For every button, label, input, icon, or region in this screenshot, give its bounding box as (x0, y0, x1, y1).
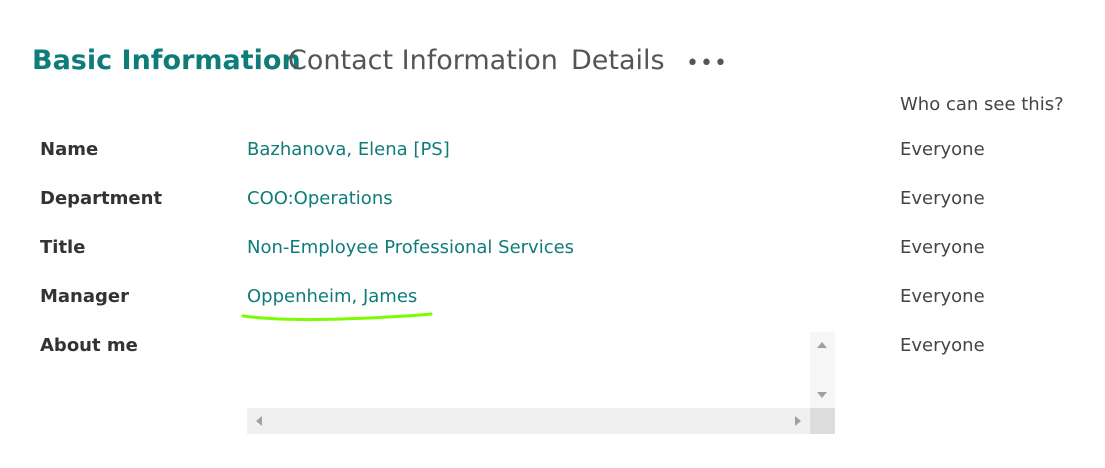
scrollbar-corner (810, 408, 835, 434)
field-label: Title (40, 237, 86, 258)
tab-details[interactable]: Details (571, 44, 665, 78)
about-me-textarea[interactable] (247, 332, 835, 434)
field-label: About me (40, 335, 138, 356)
field-label: Department (40, 188, 163, 209)
name-value[interactable]: Bazhanova, Elena [PS] (247, 139, 450, 160)
scroll-right-arrow-icon[interactable] (795, 416, 801, 426)
scroll-down-arrow-icon[interactable] (817, 392, 827, 398)
field-row-department: Department COO:Operations Everyone (0, 188, 1105, 218)
visibility-value: Everyone (900, 237, 985, 258)
manager-link[interactable]: Oppenheim, James (247, 286, 417, 307)
tab-contact-information[interactable]: Contact Information (288, 44, 558, 78)
field-row-name: Name Bazhanova, Elena [PS] Everyone (0, 139, 1105, 169)
scroll-left-arrow-icon[interactable] (256, 416, 262, 426)
visibility-value: Everyone (900, 139, 985, 160)
tab-basic-information[interactable]: Basic Information (32, 44, 301, 78)
visibility-value: Everyone (900, 335, 985, 356)
ellipsis-icon[interactable]: ••• (686, 53, 728, 75)
vertical-scrollbar[interactable] (810, 332, 835, 408)
field-label: Name (40, 139, 99, 160)
horizontal-scrollbar[interactable] (247, 408, 810, 434)
department-value[interactable]: COO:Operations (247, 188, 393, 209)
visibility-value: Everyone (900, 286, 985, 307)
visibility-column-header: Who can see this? (900, 94, 1064, 115)
title-value[interactable]: Non-Employee Professional Services (247, 237, 574, 258)
scroll-up-arrow-icon[interactable] (817, 342, 827, 348)
field-row-title: Title Non-Employee Professional Services… (0, 237, 1105, 267)
field-label: Manager (40, 286, 129, 307)
field-row-manager: Manager Oppenheim, James Everyone (0, 286, 1105, 316)
visibility-value: Everyone (900, 188, 985, 209)
